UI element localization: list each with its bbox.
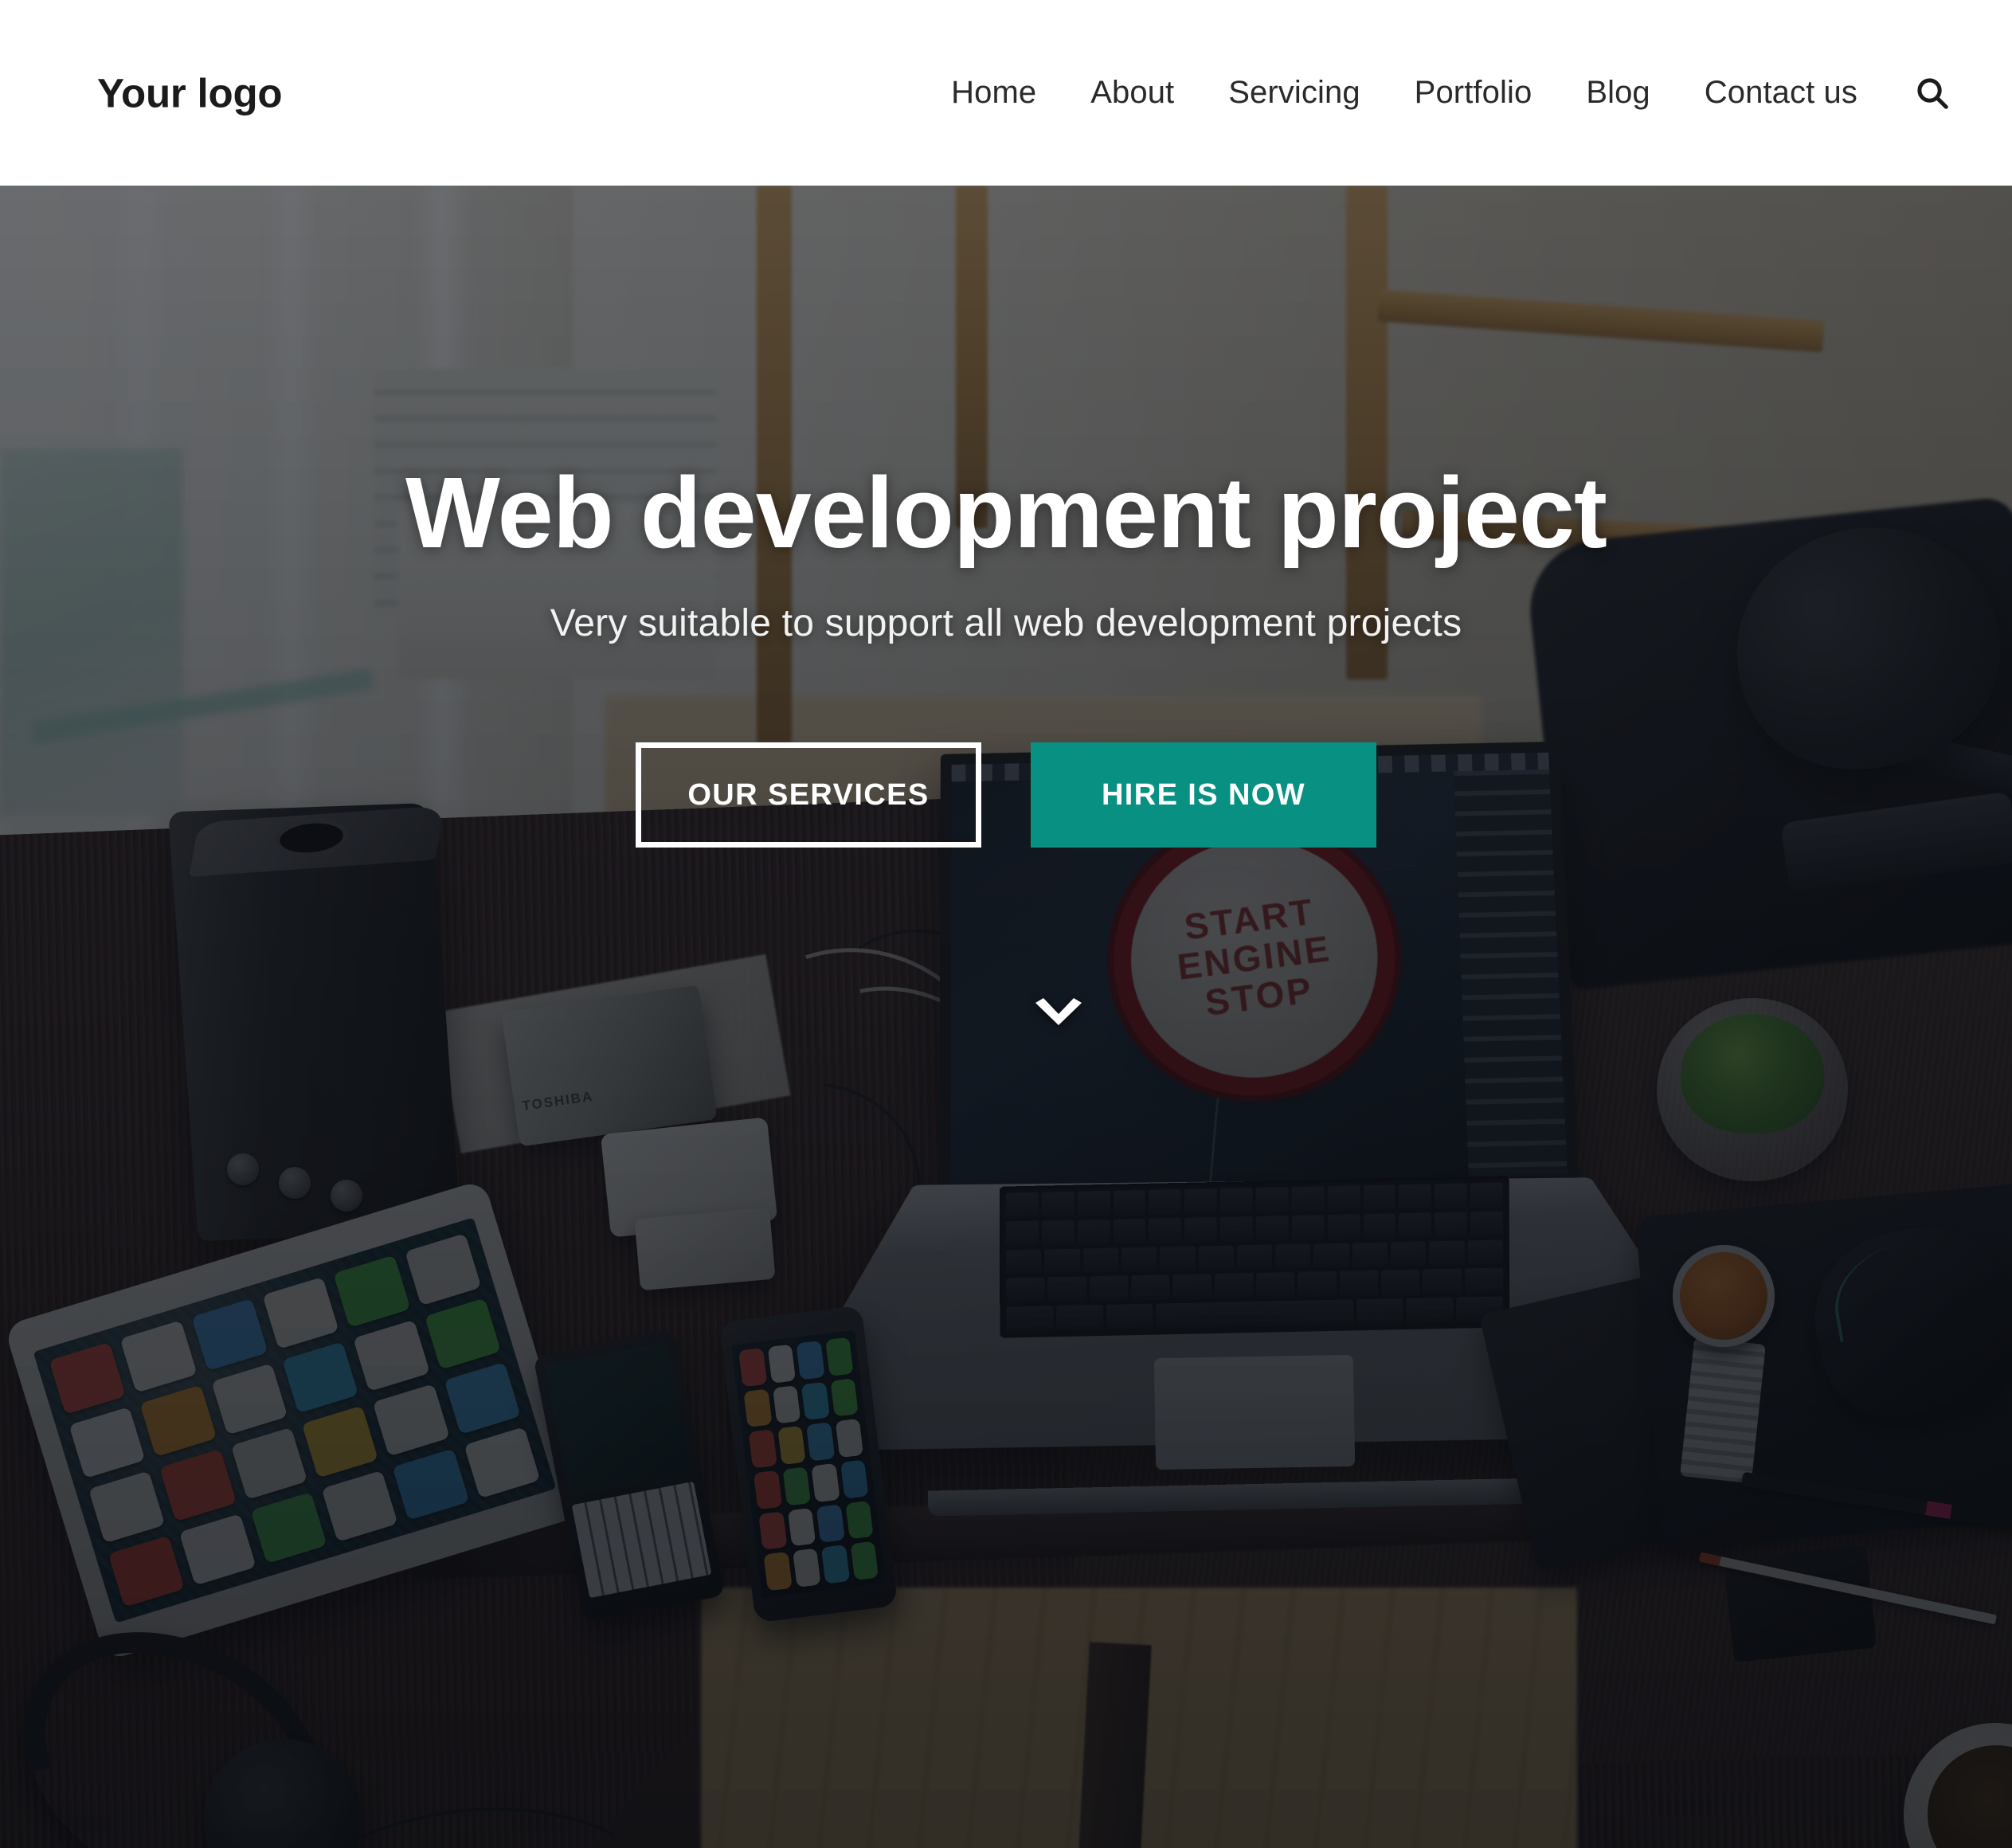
our-services-button[interactable]: OUR SERVICES (636, 742, 981, 848)
chevron-down-icon[interactable] (1032, 996, 1085, 1035)
nav-item-portfolio[interactable]: Portfolio (1388, 75, 1560, 111)
search-icon[interactable] (1912, 72, 1953, 114)
page-root: Your logo Home About Servicing Portfolio… (0, 0, 2012, 1848)
nav-item-contact-us[interactable]: Contact us (1677, 75, 1885, 111)
nav-item-about[interactable]: About (1063, 75, 1201, 111)
nav-item-home[interactable]: Home (924, 75, 1063, 111)
site-header: Your logo Home About Servicing Portfolio… (0, 0, 2012, 186)
hero-content: Web development project Very suitable to… (0, 186, 2012, 1848)
page-subtitle: Very suitable to support all web develop… (550, 602, 1462, 644)
nav-item-blog[interactable]: Blog (1559, 75, 1677, 111)
hero-section: TOSHIBA START ENGINE STOP (0, 186, 2012, 1848)
site-logo[interactable]: Your logo (97, 69, 283, 116)
hire-is-now-button[interactable]: HIRE IS NOW (1031, 742, 1376, 848)
nav-item-servicing[interactable]: Servicing (1201, 75, 1387, 111)
page-title: Web development project (405, 456, 1607, 569)
hero-cta-group: OUR SERVICES HIRE IS NOW (636, 742, 1376, 848)
main-navigation: Home About Servicing Portfolio Blog Cont… (924, 72, 2012, 114)
